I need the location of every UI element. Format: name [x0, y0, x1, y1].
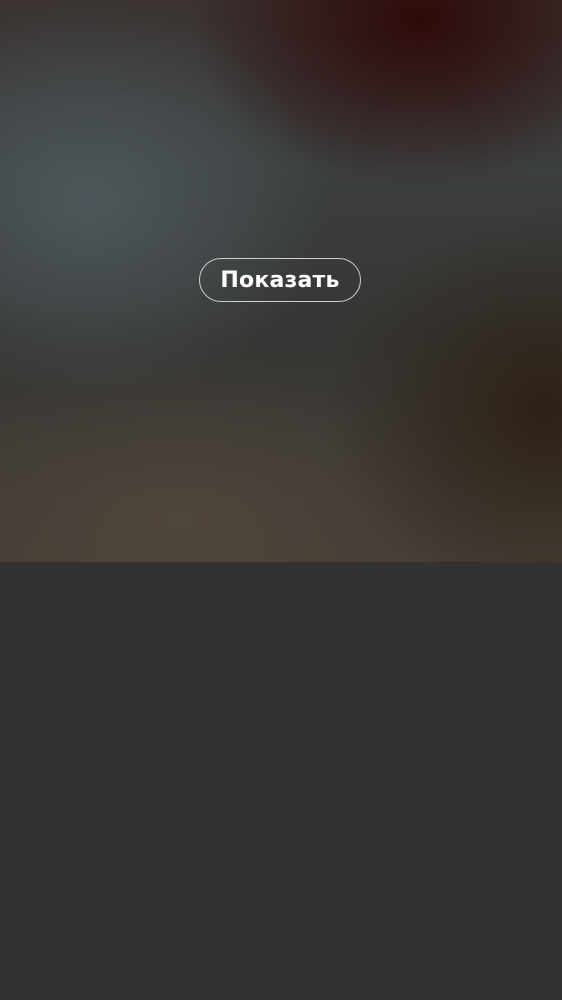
show-media-button[interactable]: Показать: [199, 258, 361, 302]
screen: Показать: [0, 0, 562, 1000]
lower-panel: [0, 562, 562, 1000]
blurred-media-preview[interactable]: Показать: [0, 0, 562, 562]
